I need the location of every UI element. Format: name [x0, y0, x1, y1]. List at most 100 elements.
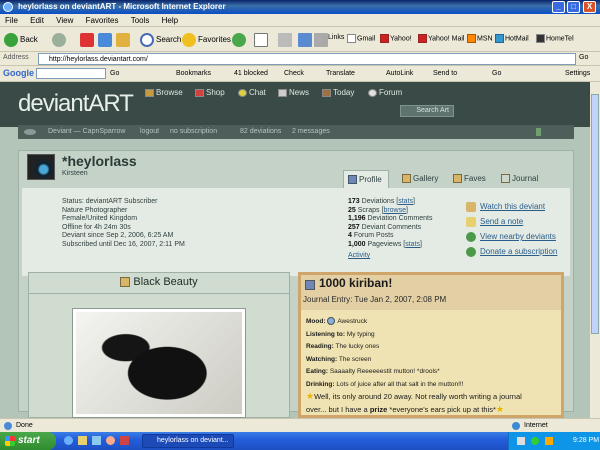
link-hometel[interactable]: HomeTel [536, 34, 574, 43]
star-icon: ★ [306, 391, 315, 401]
google-go-button[interactable]: Go [110, 69, 119, 79]
edit-button[interactable] [298, 31, 314, 48]
deviantart-logo[interactable]: deviantART [18, 90, 134, 118]
go-button[interactable]: Go [579, 54, 588, 61]
translate-button[interactable]: Translate [326, 69, 355, 79]
deviantart-header: deviantART Browse Shop Chat News Today F… [0, 82, 600, 127]
menu-favorites[interactable]: Favorites [81, 14, 124, 27]
deviations-count[interactable]: 82 deviations [240, 125, 281, 139]
journal-mood: Mood: Awestruck [306, 317, 368, 326]
stop-button[interactable] [80, 31, 96, 48]
profile-status-block: Status: deviantART Subscriber Nature Pho… [62, 198, 185, 249]
magnifier-icon [140, 32, 154, 47]
gender-location: Female/United Kingdom [62, 215, 138, 222]
start-button[interactable]: start [0, 432, 56, 450]
deviations-stats-link[interactable]: stats [398, 198, 413, 205]
send-note-link[interactable]: Send a note [466, 214, 557, 229]
donate-subscription-link[interactable]: Donate a subscription [466, 244, 557, 259]
quicklaunch-media-icon[interactable] [120, 436, 129, 445]
quicklaunch-desktop-icon[interactable] [92, 436, 101, 445]
nav-today[interactable]: Today [322, 88, 354, 97]
menu-view[interactable]: View [51, 14, 78, 27]
link-msn[interactable]: MSN [467, 34, 493, 43]
menu-help[interactable]: Help [157, 14, 183, 27]
quicklaunch-folder-icon[interactable] [78, 436, 87, 445]
quicklaunch-app-icon[interactable] [106, 436, 115, 445]
link-yahoo[interactable]: Yahoo! [380, 34, 412, 43]
scraps-browse-link[interactable]: browse [383, 207, 406, 214]
print-button[interactable] [278, 31, 294, 48]
maximize-button[interactable]: □ [567, 1, 580, 13]
profile-actions: Watch this deviant Send a note View near… [466, 199, 557, 259]
nav-news[interactable]: News [278, 88, 309, 97]
notification-icon[interactable] [536, 128, 541, 136]
tab-journal[interactable]: Journal [497, 170, 544, 188]
send-to-button[interactable]: Send to [433, 69, 457, 79]
forum-icon [368, 88, 377, 97]
link-yahoo-mail[interactable]: Yahoo! Mail [418, 34, 464, 43]
minimize-button[interactable]: _ [552, 1, 565, 13]
stat-deviant-comments: 257 Deviant Comments [348, 223, 422, 231]
clock[interactable]: 9:28 PM [573, 437, 599, 444]
nav-browse[interactable]: Browse [145, 88, 183, 97]
link-hotmail[interactable]: HotMail [495, 34, 529, 43]
popup-blocked-button[interactable]: 41 blocked [234, 69, 268, 79]
nav-chat[interactable]: Chat [238, 88, 266, 97]
google-go2-button[interactable]: Go [492, 69, 501, 79]
mail-button[interactable] [254, 31, 270, 48]
journal-date: Journal Entry: Tue Jan 2, 2007, 2:08 PM [303, 295, 447, 304]
nav-shop[interactable]: Shop [195, 88, 225, 97]
menu-file[interactable]: File [0, 14, 23, 27]
pageviews-stats-link[interactable]: stats [405, 241, 420, 248]
spell-check-button[interactable]: Check [284, 69, 304, 79]
autolink-button[interactable]: AutoLink [386, 69, 413, 79]
status-line: Status: deviantART Subscriber [62, 198, 158, 205]
tray-app-icon[interactable] [545, 437, 553, 445]
menu-edit[interactable]: Edit [25, 14, 49, 27]
tray-network-icon[interactable] [531, 437, 539, 445]
history-button[interactable] [232, 31, 248, 48]
taskbar-ie-window[interactable]: heylorlass on deviant... [142, 434, 234, 448]
settings-button[interactable]: Settings [565, 69, 590, 79]
nav-forum[interactable]: Forum [368, 88, 402, 97]
window-title: heylorlass on deviantART - Microsoft Int… [18, 2, 226, 11]
avatar[interactable] [27, 154, 55, 180]
vertical-scrollbar[interactable] [590, 82, 600, 418]
google-search-input[interactable] [36, 68, 106, 79]
search-art-button[interactable]: Search Art [400, 105, 454, 117]
journal-listening: Listening to: My typing [306, 330, 375, 338]
search-button[interactable]: Search [140, 31, 181, 48]
home-button[interactable] [116, 31, 132, 48]
forward-button[interactable] [52, 31, 68, 48]
window-title-bar[interactable]: heylorlass on deviantART - Microsoft Int… [0, 0, 600, 14]
tab-faves[interactable]: Faves [449, 170, 492, 188]
stat-deviations: 173 Deviations [stats] [348, 198, 415, 205]
page-viewport[interactable]: deviantART Browse Shop Chat News Today F… [0, 82, 600, 418]
logout-link[interactable]: logout [140, 125, 159, 139]
deviation-thumbnail[interactable] [72, 308, 246, 418]
watch-deviant-link[interactable]: Watch this deviant [466, 199, 557, 214]
tab-gallery[interactable]: Gallery [398, 170, 444, 188]
back-arrow-icon [4, 32, 18, 47]
quicklaunch-ie-icon[interactable] [64, 436, 73, 445]
tray-volume-icon[interactable] [517, 437, 525, 445]
system-tray: 9:28 PM [508, 432, 600, 450]
favorites-button[interactable]: Favorites [182, 31, 231, 48]
scrollbar-thumb[interactable] [591, 94, 599, 334]
view-nearby-link[interactable]: View nearby deviants [466, 229, 557, 244]
close-button[interactable]: X [583, 1, 596, 13]
menu-tools[interactable]: Tools [126, 14, 155, 27]
gallery-tab-icon [402, 174, 411, 184]
back-button[interactable]: Back [4, 31, 38, 48]
logged-in-user[interactable]: Deviant — CapnSparrow [48, 125, 125, 139]
link-gmail[interactable]: Gmail [347, 34, 375, 43]
mail-icon [254, 32, 268, 47]
tab-profile[interactable]: Profile [343, 170, 389, 188]
refresh-button[interactable] [98, 31, 114, 48]
address-input[interactable]: http://heylorlass.deviantart.com/ [38, 53, 576, 65]
journal-title[interactable]: 1000 kiriban! [319, 276, 392, 290]
messages-link[interactable]: 2 messages [292, 125, 330, 139]
watch-icon [466, 201, 476, 212]
activity-link[interactable]: Activity [348, 252, 432, 261]
bookmarks-button[interactable]: Bookmarks [176, 69, 211, 79]
